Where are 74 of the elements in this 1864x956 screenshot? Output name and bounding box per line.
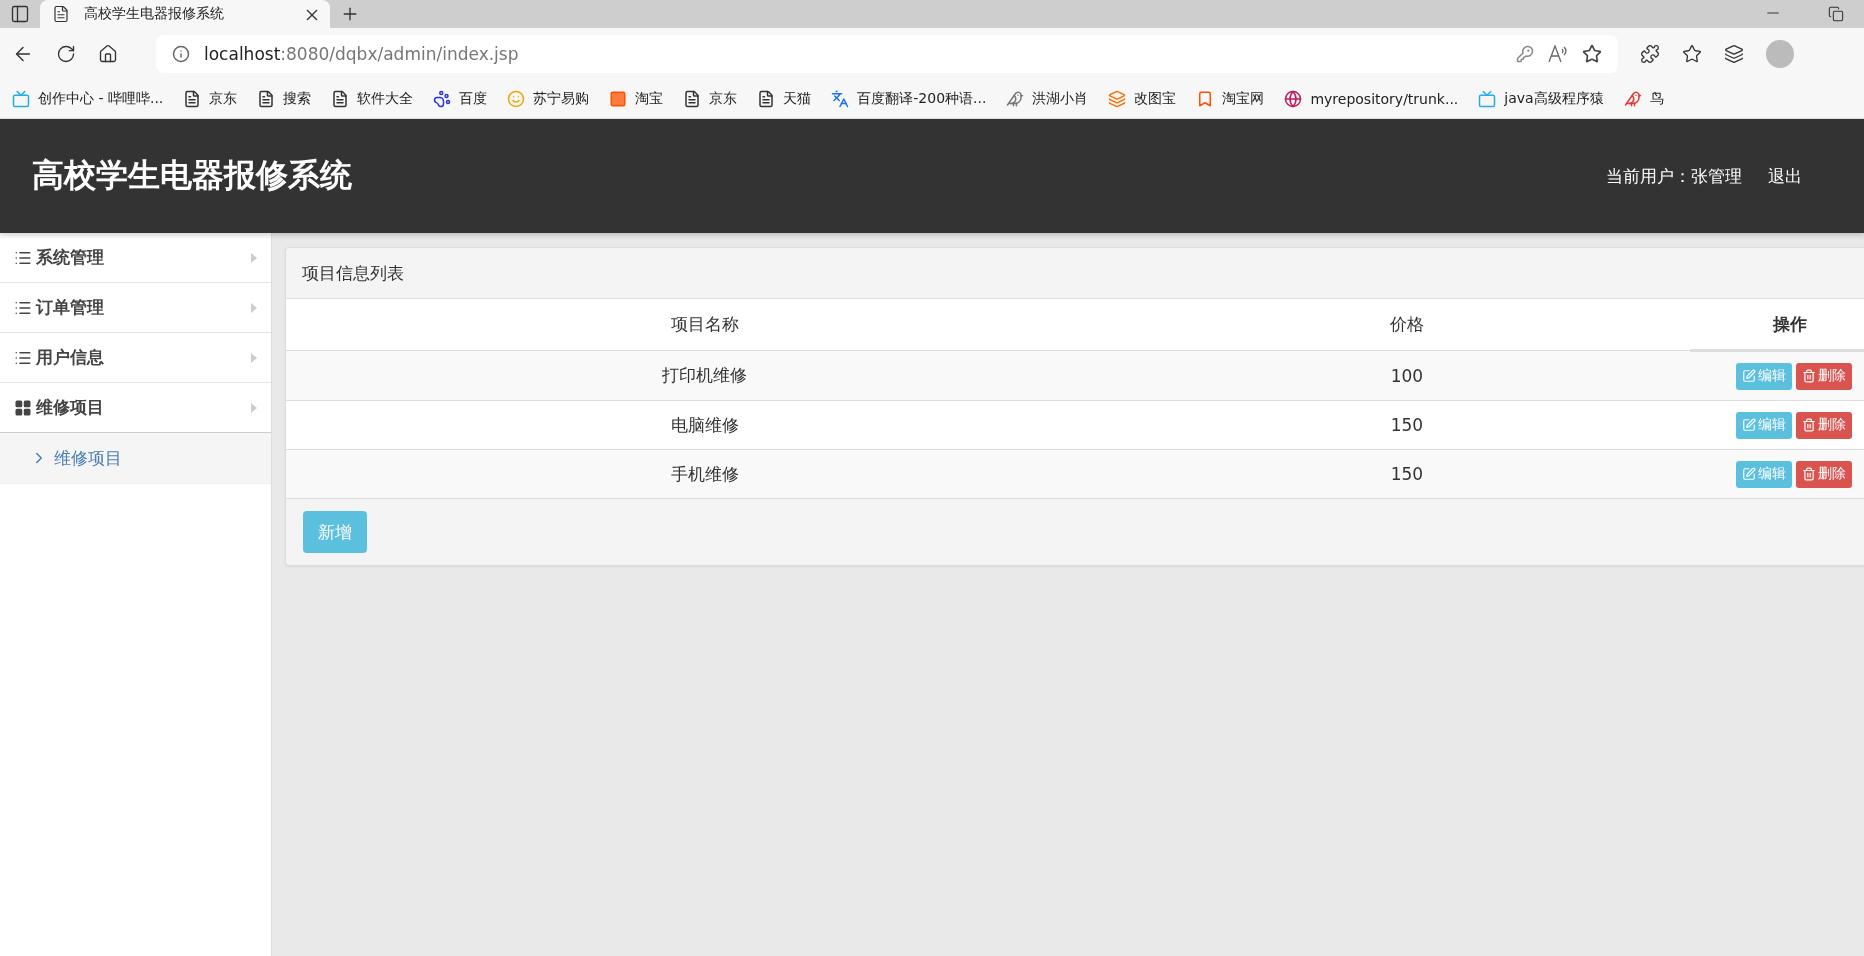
table-cell: 手机维修	[286, 449, 1123, 499]
address-field[interactable]: localhost:8080/dqbx/admin/index.jsp	[156, 35, 1618, 73]
bookmark-link[interactable]: 洪湖小肖	[1032, 90, 1089, 108]
bookmark-link[interactable]: 天猫	[783, 90, 812, 108]
caret-icon	[251, 252, 257, 263]
extensions-icon[interactable]	[1640, 44, 1660, 64]
caret-icon	[251, 302, 257, 313]
tv-icon	[1478, 90, 1497, 108]
paw-icon	[433, 90, 452, 108]
info-icon	[172, 45, 190, 63]
sidebar-subitem[interactable]: 维修项目	[0, 433, 271, 484]
delete-button[interactable]: 删除	[1796, 362, 1852, 390]
square-icon	[609, 90, 628, 108]
bookmark-link[interactable]: 苏宁易购	[533, 90, 590, 108]
layers-icon	[1108, 90, 1127, 108]
edit-icon	[1742, 418, 1756, 432]
bird-icon	[1006, 90, 1025, 108]
read-aloud-icon[interactable]	[1548, 45, 1568, 63]
table-cell: 150	[1122, 449, 1691, 499]
table-cell: 150	[1122, 400, 1691, 450]
translate-icon	[831, 90, 850, 108]
key-icon[interactable]	[1516, 45, 1534, 63]
page-icon	[257, 90, 276, 108]
bird-icon	[1623, 90, 1642, 108]
delete-button[interactable]: 删除	[1796, 411, 1852, 439]
home-icon[interactable]	[98, 44, 118, 64]
url-text: localhost:8080/dqbx/admin/index.jsp	[204, 44, 519, 64]
favorite-icon[interactable]	[1582, 44, 1602, 64]
bookmark-link[interactable]: 京东	[709, 90, 738, 108]
page-icon	[331, 90, 350, 108]
edit-icon	[1742, 467, 1756, 481]
caret-icon	[251, 402, 257, 413]
browser-tab[interactable]: 高校学生电器报修系统	[40, 0, 330, 28]
logout-link[interactable]: 退出	[1768, 164, 1802, 188]
bookmark-link[interactable]: 百度	[459, 90, 488, 108]
bookmark-link[interactable]: java高级程序猿	[1504, 90, 1604, 108]
column-header: 项目名称	[286, 299, 1123, 351]
column-header: 操作	[1690, 299, 1864, 351]
delete-button[interactable]: 删除	[1796, 460, 1852, 488]
bookmark-link[interactable]: 创作中心 - 哔哩哔...	[38, 90, 164, 108]
restore-icon[interactable]	[1828, 6, 1844, 22]
grid-icon	[14, 398, 32, 417]
bookmark-link[interactable]: 京东	[209, 90, 238, 108]
page-icon	[183, 90, 202, 108]
table-cell: 电脑维修	[286, 400, 1123, 450]
trash-icon	[1802, 369, 1816, 383]
page-icon	[757, 90, 776, 108]
trash-icon	[1802, 467, 1816, 481]
bookmark-link[interactable]: 淘宝网	[1222, 90, 1265, 108]
page-icon	[683, 90, 702, 108]
collections-icon[interactable]	[1724, 44, 1744, 64]
edit-icon	[1742, 369, 1756, 383]
tv-icon	[12, 90, 30, 108]
bookmark-link[interactable]: 搜索	[283, 90, 312, 108]
favorites-icon[interactable]	[1682, 44, 1702, 64]
tab-title: 高校学生电器报修系统	[84, 5, 225, 23]
table-cell: 打印机维修	[286, 350, 1123, 401]
sidebar-icon[interactable]	[10, 4, 30, 24]
app-title: 高校学生电器报修系统	[32, 155, 353, 196]
refresh-icon[interactable]	[56, 44, 76, 64]
column-header: 价格	[1122, 299, 1691, 351]
caret-icon	[251, 352, 257, 363]
bookmark-link[interactable]: 改图宝	[1134, 90, 1177, 108]
bookmark-link[interactable]: 软件大全	[357, 90, 414, 108]
trash-icon	[1802, 418, 1816, 432]
bookmark-link[interactable]: 百度翻译-200种语...	[857, 90, 987, 108]
table-cell: 100	[1122, 350, 1691, 401]
current-user: 当前用户：张管理	[1606, 164, 1742, 188]
bookmark-link[interactable]: 淘宝	[635, 90, 664, 108]
face-icon	[507, 90, 526, 108]
bookmark-link[interactable]: 鸟	[1649, 90, 1664, 108]
page-icon	[52, 5, 70, 23]
bookmark-link[interactable]: myrepository/trunk...	[1310, 91, 1459, 107]
globe-icon	[1284, 90, 1303, 108]
